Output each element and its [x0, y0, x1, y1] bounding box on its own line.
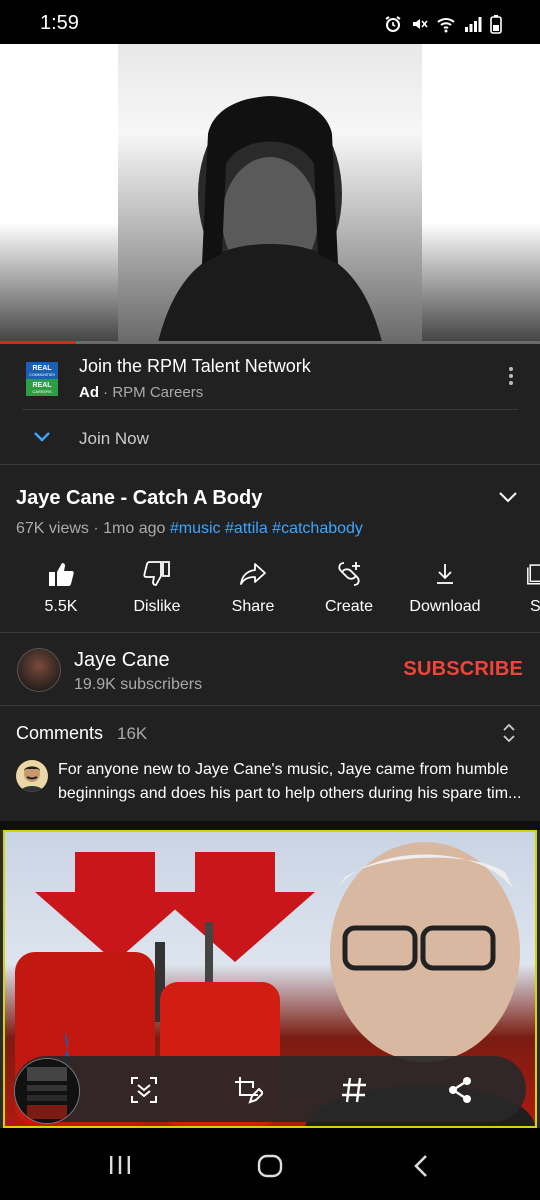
- logo-text-bottom: REAL: [32, 382, 52, 389]
- more-options-icon[interactable]: [508, 366, 514, 386]
- channel-name[interactable]: Jaye Cane: [74, 649, 170, 672]
- divider: [0, 705, 540, 706]
- signal-icon: [465, 17, 482, 32]
- ad-badge: Ad: [79, 384, 99, 401]
- share-arrow-icon: [240, 563, 266, 585]
- portrait-image: [158, 96, 382, 342]
- ad-subtitle: Ad · RPM Careers: [79, 384, 203, 401]
- status-time: 1:59: [40, 12, 79, 34]
- navigation-bar: [0, 1128, 540, 1200]
- subscriber-count: 19.9K subscribers: [74, 676, 203, 693]
- logo-text-sub: COMMUNITIES: [29, 373, 55, 377]
- comments-heading[interactable]: Comments: [16, 723, 103, 744]
- video-frame-portrait: [118, 44, 422, 342]
- upload-age: 1mo ago: [103, 520, 166, 537]
- expand-comments-icon[interactable]: [502, 722, 516, 744]
- scroll-capture-button[interactable]: [126, 1072, 162, 1108]
- dislike-label: Dislike: [133, 598, 181, 615]
- subscribe-button[interactable]: SUBSCRIBE: [403, 658, 523, 681]
- home-icon[interactable]: [257, 1154, 283, 1178]
- like-button[interactable]: 5.5K: [13, 558, 109, 616]
- channel-avatar[interactable]: [17, 648, 61, 692]
- wifi-icon: [437, 18, 455, 33]
- logo-text-top: REAL: [32, 365, 52, 372]
- action-row: 5.5K Dislike Share Create Download Sa: [0, 558, 540, 622]
- chevron-down-icon[interactable]: [32, 430, 52, 444]
- share-label: Share: [231, 598, 275, 615]
- tag-button[interactable]: [336, 1072, 372, 1108]
- crop-edit-icon: [235, 1077, 263, 1104]
- status-bar: 1:59: [0, 0, 540, 44]
- divider: [0, 464, 540, 465]
- recent-apps-icon[interactable]: [108, 1154, 132, 1176]
- video-title[interactable]: Jaye Cane - Catch A Body: [16, 487, 262, 510]
- screenshot-preview-image: [15, 1059, 79, 1123]
- back-icon[interactable]: [412, 1154, 430, 1178]
- share-button[interactable]: Share: [205, 558, 301, 616]
- divider: [0, 632, 540, 633]
- view-count: 67K views: [16, 520, 89, 537]
- ad-separator: ·: [103, 384, 109, 401]
- video-player[interactable]: [0, 44, 540, 342]
- screenshot-preview[interactable]: [14, 1058, 80, 1124]
- save-button[interactable]: Sa: [493, 558, 540, 616]
- battery-icon: [490, 15, 502, 34]
- share-nodes-icon: [449, 1077, 471, 1103]
- ad-join-button[interactable]: Join Now: [79, 429, 149, 449]
- rpm-logo: REAL COMMUNITIES REAL CAREERS: [26, 362, 58, 396]
- download-label: Download: [409, 598, 481, 615]
- video-meta[interactable]: 67K views · 1mo ago #music #attila #catc…: [16, 520, 363, 538]
- download-icon: [437, 564, 453, 584]
- alarm-icon: [385, 16, 401, 32]
- section-band: [0, 821, 540, 830]
- like-count: 5.5K: [44, 598, 78, 615]
- save-playlist-icon: [527, 564, 540, 585]
- mute-icon: [413, 19, 428, 29]
- commenter-avatar[interactable]: [16, 760, 48, 792]
- video-right-panel: [420, 44, 540, 342]
- create-remix-icon: [338, 562, 360, 586]
- share-screenshot-button[interactable]: [442, 1072, 478, 1108]
- hashtag-attila[interactable]: #attila: [225, 520, 268, 537]
- expand-description-icon[interactable]: [498, 490, 518, 504]
- ad-title[interactable]: Join the RPM Talent Network: [79, 356, 311, 377]
- comments-count: 16K: [117, 724, 148, 743]
- commenter-avatar-image: [20, 766, 44, 792]
- ad-advertiser: RPM Careers: [112, 384, 204, 401]
- crop-edit-button[interactable]: [230, 1072, 266, 1108]
- save-label: Sa: [530, 598, 540, 615]
- hashtag-music[interactable]: #music: [170, 520, 221, 537]
- ad-divider: [22, 409, 518, 410]
- create-button[interactable]: Create: [301, 558, 397, 616]
- dislike-button[interactable]: Dislike: [109, 558, 205, 616]
- top-comment[interactable]: For anyone new to Jaye Cane's music, Jay…: [58, 758, 528, 806]
- logo-text-bottom-sub: CAREERS: [32, 389, 52, 394]
- hashtag-icon: [342, 1077, 366, 1103]
- status-icons: [384, 14, 502, 34]
- video-left-panel: [0, 44, 120, 342]
- create-label: Create: [324, 598, 374, 615]
- thumbs-up-icon: [49, 563, 74, 586]
- hashtag-catchabody[interactable]: #catchabody: [272, 520, 363, 537]
- meta-separator: ·: [93, 520, 99, 537]
- download-button[interactable]: Download: [397, 558, 493, 616]
- scroll-capture-icon: [131, 1077, 157, 1103]
- thumbs-down-icon: [143, 561, 170, 586]
- ad-card[interactable]: REAL COMMUNITIES REAL CAREERS Join the R…: [0, 344, 540, 464]
